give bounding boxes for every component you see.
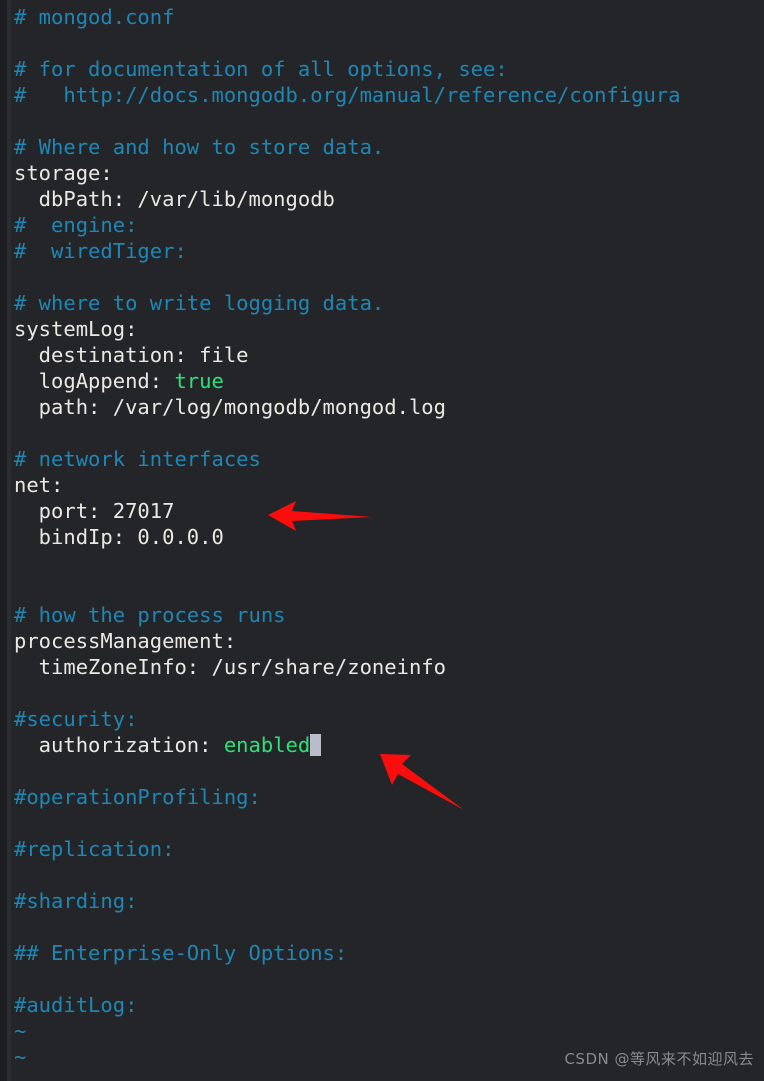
code-line: # engine: [14,212,764,238]
empty-line-marker: ~ [14,1071,26,1081]
code-line: # Where and how to store data. [14,134,764,160]
comment-text: # how the process runs [14,603,286,627]
comment-text: #replication: [14,837,175,861]
config-value: enabled [223,733,311,757]
config-line-text: processManagement: [14,629,237,653]
comment-text: # wiredTiger: [14,239,187,263]
comment-text: # Where and how to store data. [14,135,385,159]
code-line: #security: [14,706,764,732]
code-line: timeZoneInfo: /usr/share/zoneinfo [14,654,764,680]
code-line: destination: file [14,342,764,368]
config-value: true [174,369,224,393]
config-line-text: bindIp: 0.0.0.0 [14,525,224,549]
comment-text: #auditLog: [14,993,138,1017]
code-line: # mongod.conf [14,4,764,30]
code-line: processManagement: [14,628,764,654]
text-cursor [310,734,322,756]
comment-text: # mongod.conf [14,5,175,29]
config-line-text: destination: file [14,343,249,367]
empty-line-marker: ~ [14,1045,27,1069]
code-line: systemLog: [14,316,764,342]
comment-text: #sharding: [14,889,138,913]
code-line: ~ [14,1018,764,1044]
code-line: dbPath: /var/lib/mongodb [14,186,764,212]
config-key: authorization: [14,733,224,757]
config-line-text: timeZoneInfo: /usr/share/zoneinfo [14,655,446,679]
code-line: ## Enterprise-Only Options: [14,940,764,966]
comment-text: # where to write logging data. [14,291,385,315]
code-line: # where to write logging data. [14,290,764,316]
comment-text: #operationProfiling: [14,785,261,809]
code-line: # for documentation of all options, see: [14,56,764,82]
code-line: storage: [14,160,764,186]
comment-text: #security: [14,707,138,731]
config-line-text: dbPath: /var/lib/mongodb [14,187,335,211]
config-line-text: port: 27017 [14,499,175,523]
config-line-text: systemLog: [14,317,138,341]
config-file-content[interactable]: # mongod.conf # for documentation of all… [0,0,764,1081]
code-line: port: 27017 [14,498,764,524]
code-line: #auditLog: [14,992,764,1018]
code-line: logAppend: true [14,368,764,394]
comment-text: # for documentation of all options, see: [14,57,508,81]
config-key: logAppend: [14,369,175,393]
csdn-watermark: CSDN @等风来不如迎风去 [564,1050,754,1068]
config-line-text: storage: [14,161,113,185]
code-line: #replication: [14,836,764,862]
code-line: # network interfaces [14,446,764,472]
code-line: #operationProfiling: [14,784,764,810]
comment-text: # engine: [14,213,138,237]
code-line: net: [14,472,764,498]
empty-line-marker: ~ [14,1019,27,1043]
code-line: # wiredTiger: [14,238,764,264]
comment-text: # network interfaces [14,447,261,471]
text-editor-window[interactable]: # mongod.conf # for documentation of all… [0,0,764,1081]
code-line: bindIp: 0.0.0.0 [14,524,764,550]
comment-text: # http://docs.mongodb.org/manual/referen… [14,83,681,107]
comment-text: ## Enterprise-Only Options: [14,941,348,965]
code-line: ~ [14,1070,764,1081]
config-line-text: net: [14,473,64,497]
code-line: #sharding: [14,888,764,914]
config-line-text: path: /var/log/mongodb/mongod.log [14,395,446,419]
code-line: authorization: enabled [14,732,764,758]
code-line: # http://docs.mongodb.org/manual/referen… [14,82,764,108]
code-line: # how the process runs [14,602,764,628]
code-line: path: /var/log/mongodb/mongod.log [14,394,764,420]
